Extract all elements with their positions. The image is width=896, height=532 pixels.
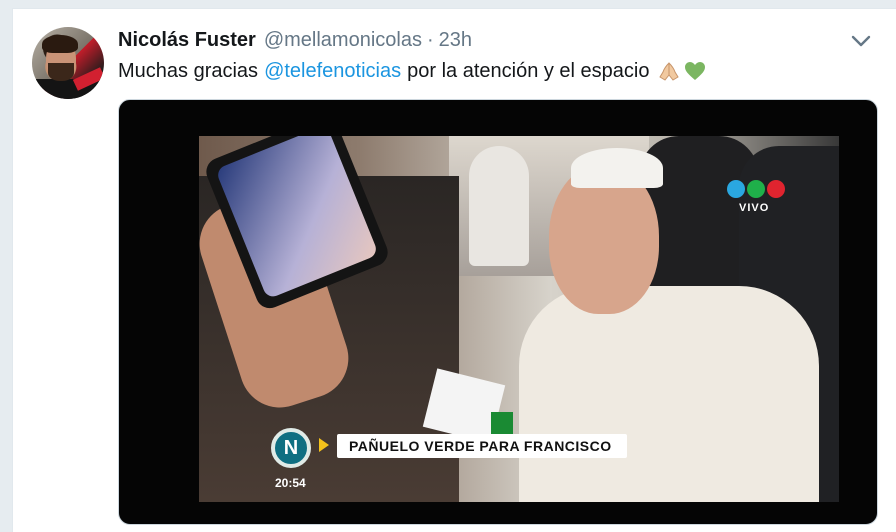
tweet-timestamp[interactable]: 23h [439, 29, 472, 52]
display-name[interactable]: Nicolás Fuster [118, 29, 256, 52]
user-handle[interactable]: @mellamonicolas [264, 29, 422, 52]
tweet-text: Muchas gracias @telefenoticias por la at… [118, 59, 707, 83]
tweet-text-after: por la atención y el espacio [407, 59, 650, 82]
green-heart-icon [685, 62, 706, 80]
tweet-card[interactable]: Nicolás Fuster @mellamonicolas · 23h Muc… [12, 8, 896, 532]
tv-screen: VIVO N 20:54 PAÑUELO VERDE PARA FRANCISC… [199, 136, 839, 502]
ticker-arrow-icon [319, 438, 329, 452]
news-ticker: PAÑUELO VERDE PARA FRANCISCO [337, 434, 627, 458]
broadcast-clock: 20:54 [275, 476, 306, 490]
network-logo-icon [727, 180, 785, 198]
avatar[interactable] [32, 27, 104, 99]
tweet-header: Nicolás Fuster @mellamonicolas · 23h [118, 29, 472, 53]
pray-icon [659, 62, 680, 81]
mention-link[interactable]: @telefenoticias [264, 60, 401, 83]
tweet-text-before: Muchas gracias [118, 59, 259, 82]
emoji-group [657, 59, 707, 83]
timeline-gutter [0, 0, 12, 532]
chevron-down-icon[interactable] [849, 29, 873, 53]
live-label: VIVO [739, 202, 770, 214]
tweet-media-image[interactable]: VIVO N 20:54 PAÑUELO VERDE PARA FRANCISC… [118, 99, 878, 525]
separator-dot: · [426, 29, 434, 51]
channel-badge: N [271, 428, 311, 468]
